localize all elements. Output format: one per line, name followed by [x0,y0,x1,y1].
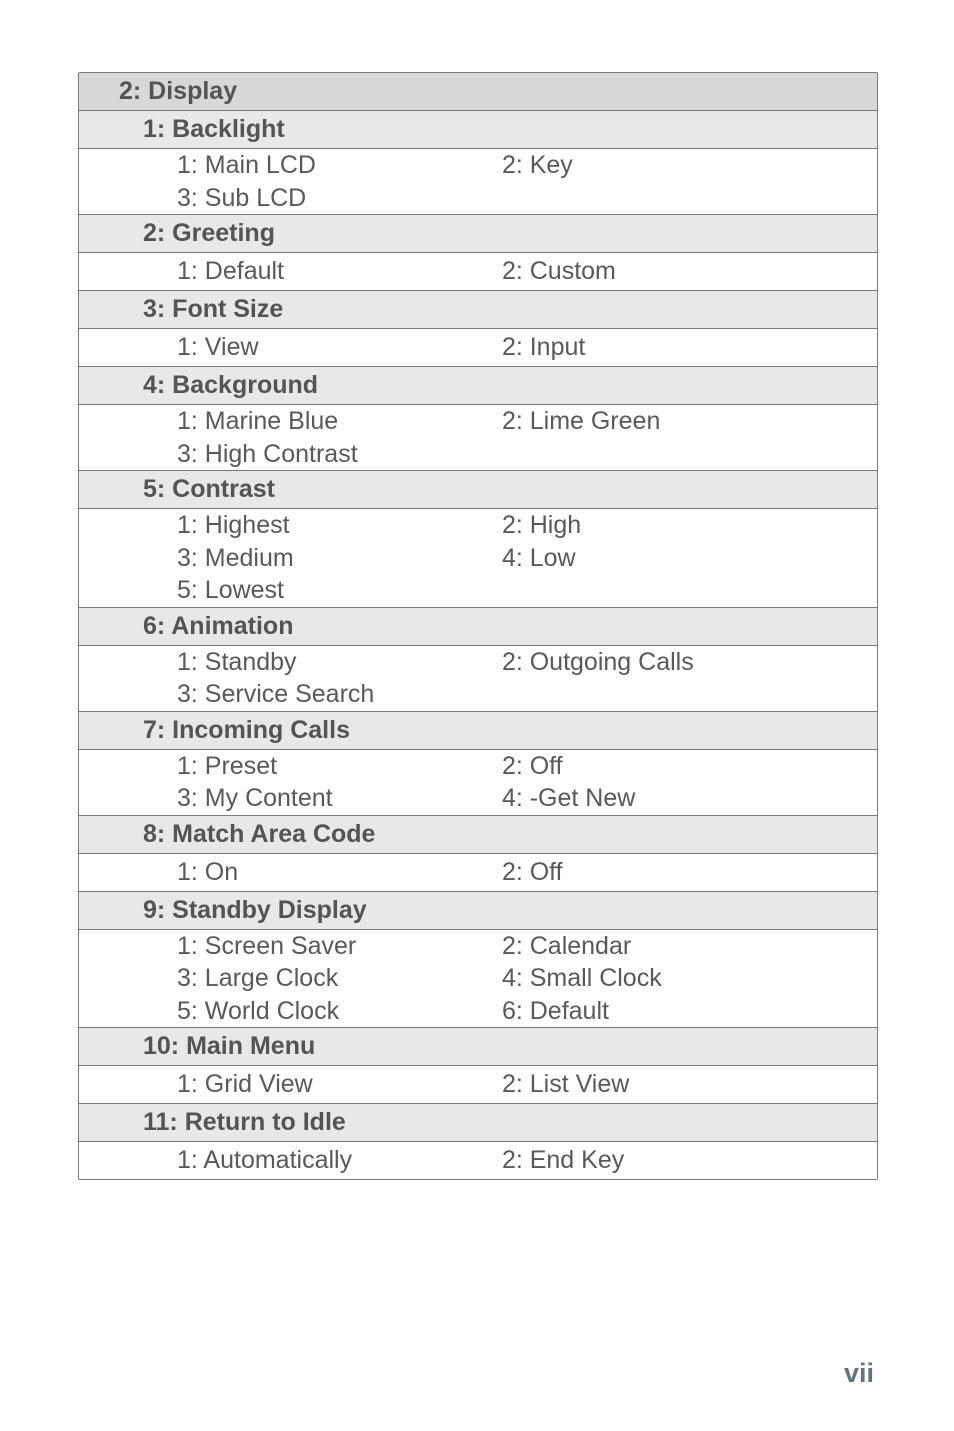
menu-item: 2: Custom [502,255,877,288]
menu-item: 3: Service Search [79,678,502,711]
section-header: 2: Display [79,73,877,110]
menu-item [502,574,877,607]
menu-item [502,182,877,215]
subsection-header: 7: Incoming Calls [79,711,877,749]
menu-item: 3: High Contrast [79,438,502,471]
items-row: 1: Screen Saver 2: Calendar 3: Large Clo… [79,929,877,1028]
menu-item: 1: Highest [79,509,502,542]
subsection-title: 9: Standby Display [143,894,367,927]
subsection-header: 4: Background [79,366,877,404]
menu-item: 1: Preset [79,750,502,783]
menu-item: 4: Low [502,542,877,575]
subsection-header: 5: Contrast [79,470,877,508]
menu-item: 2: High [502,509,877,542]
menu-item: 2: Lime Green [502,405,877,438]
menu-item: 2: Calendar [502,930,877,963]
menu-item: 2: Outgoing Calls [502,646,877,679]
menu-item: 2: Off [502,856,877,889]
subsection-header: 10: Main Menu [79,1027,877,1065]
items-row: 1: Grid View 2: List View [79,1065,877,1103]
menu-item: 1: Main LCD [79,149,502,182]
page: 2: Display 1: Backlight 1: Main LCD 2: K… [0,0,954,1431]
subsection-title: 1: Backlight [143,113,285,146]
subsection-title: 5: Contrast [143,473,275,506]
items-row: 1: Standby 2: Outgoing Calls 3: Service … [79,645,877,711]
subsection-title: 7: Incoming Calls [143,714,350,747]
subsection-header: 3: Font Size [79,290,877,328]
menu-item: 1: Default [79,255,502,288]
items-row: 1: On 2: Off [79,853,877,891]
menu-item: 2: Input [502,331,877,364]
menu-table: 2: Display 1: Backlight 1: Main LCD 2: K… [78,72,878,1180]
menu-item: 4: -Get New [502,782,877,815]
items-row: 1: Preset 2: Off 3: My Content 4: -Get N… [79,749,877,815]
subsection-header: 2: Greeting [79,214,877,252]
menu-item: 2: List View [502,1068,877,1101]
menu-item: 2: Off [502,750,877,783]
menu-item: 3: Sub LCD [79,182,502,215]
menu-item: 2: Key [502,149,877,182]
menu-item: 1: Screen Saver [79,930,502,963]
menu-item: 6: Default [502,995,877,1028]
menu-item: 1: View [79,331,502,364]
page-number: vii [844,1358,874,1389]
subsection-title: 4: Background [143,369,318,402]
subsection-header: 6: Animation [79,607,877,645]
items-row: 1: Highest 2: High 3: Medium 4: Low 5: L… [79,508,877,607]
items-row: 1: Automatically 2: End Key [79,1141,877,1179]
menu-item: 3: My Content [79,782,502,815]
subsection-title: 2: Greeting [143,217,275,250]
menu-item: 1: Standby [79,646,502,679]
subsection-header: 9: Standby Display [79,891,877,929]
subsection-header: 1: Backlight [79,110,877,148]
menu-item: 1: Grid View [79,1068,502,1101]
menu-item: 1: Automatically [79,1144,502,1177]
menu-item [502,438,877,471]
menu-item: 3: Medium [79,542,502,575]
subsection-title: 11: Return to Idle [143,1106,346,1139]
subsection-title: 3: Font Size [143,293,283,326]
items-row: 1: Marine Blue 2: Lime Green 3: High Con… [79,404,877,470]
menu-item: 1: Marine Blue [79,405,502,438]
items-row: 1: Main LCD 2: Key 3: Sub LCD [79,148,877,214]
subsection-title: 8: Match Area Code [143,818,375,851]
menu-item: 5: Lowest [79,574,502,607]
menu-item: 3: Large Clock [79,962,502,995]
menu-item [502,678,877,711]
items-row: 1: View 2: Input [79,328,877,366]
subsection-header: 11: Return to Idle [79,1103,877,1141]
menu-item: 5: World Clock [79,995,502,1028]
subsection-title: 6: Animation [143,610,293,643]
subsection-header: 8: Match Area Code [79,815,877,853]
subsection-title: 10: Main Menu [143,1030,315,1063]
menu-item: 4: Small Clock [502,962,877,995]
menu-item: 1: On [79,856,502,889]
menu-item: 2: End Key [502,1144,877,1177]
items-row: 1: Default 2: Custom [79,252,877,290]
section-title: 2: Display [119,75,237,108]
